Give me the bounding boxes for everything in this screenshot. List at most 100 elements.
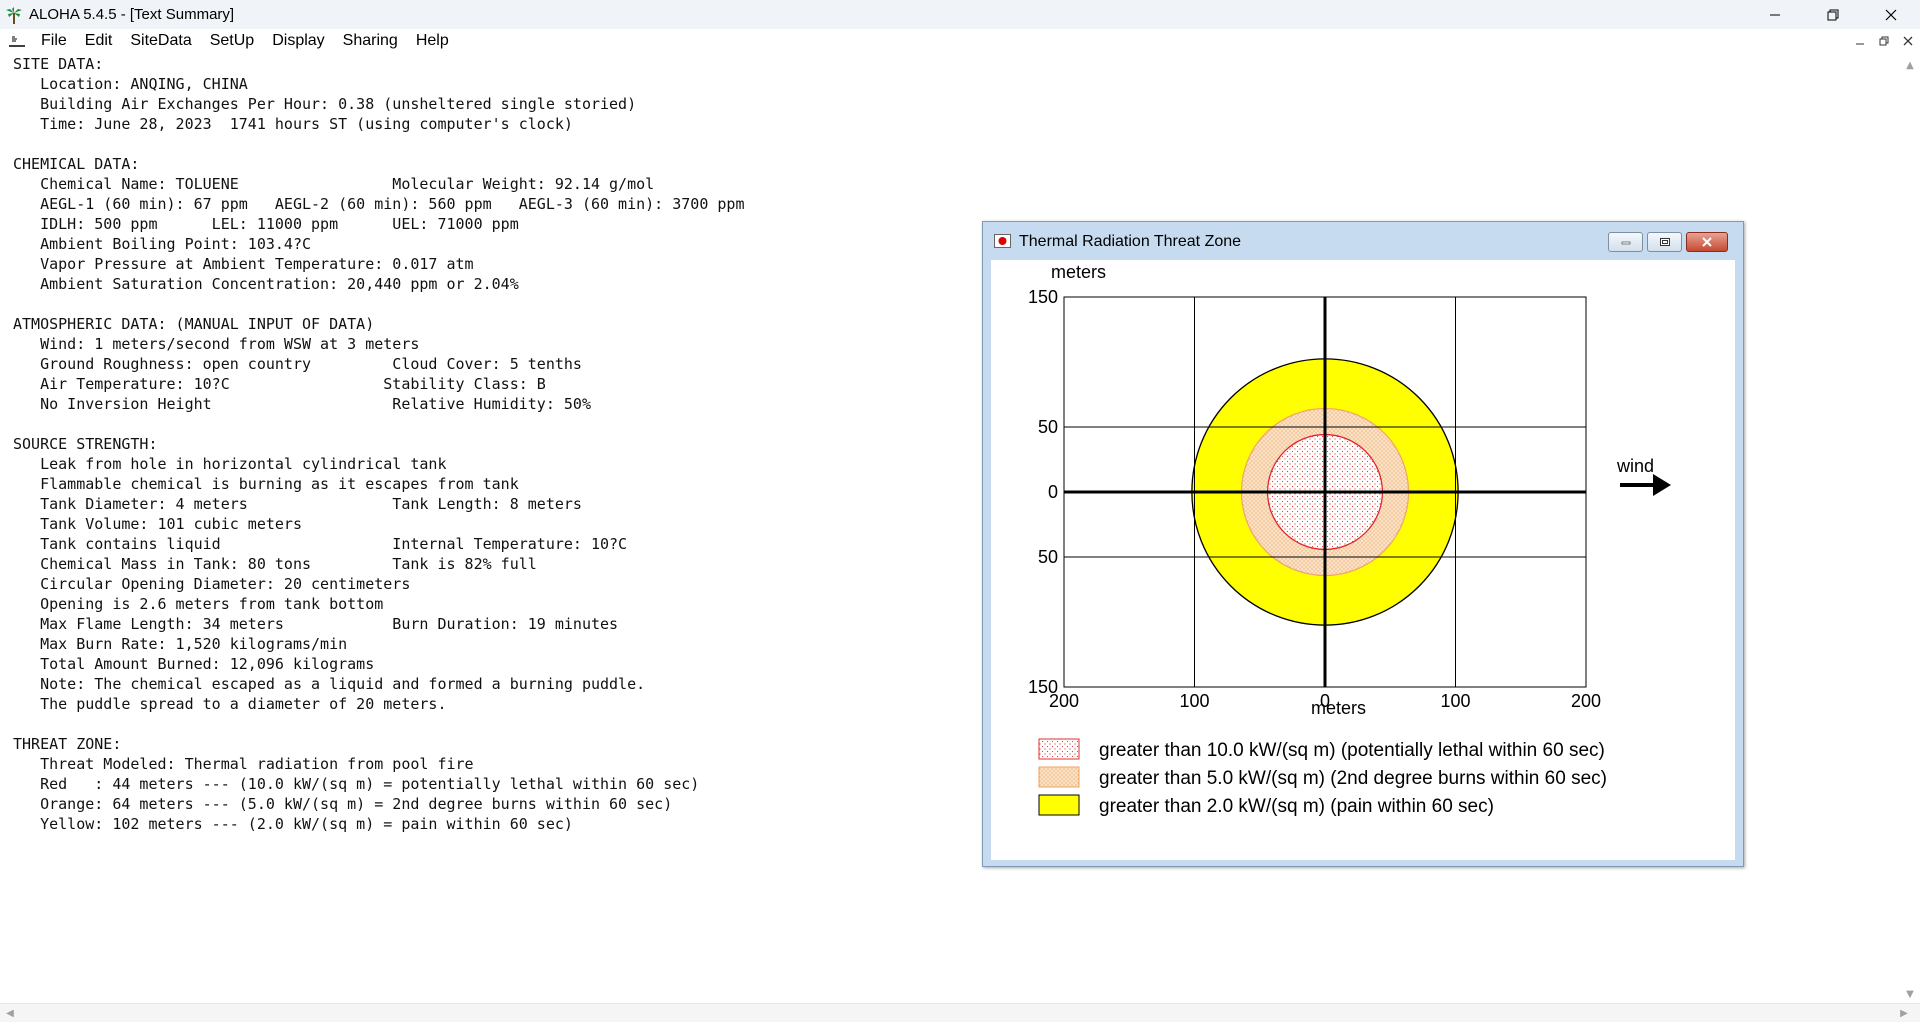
menu-help[interactable]: Help xyxy=(407,29,458,53)
x-tick-label: 100 xyxy=(1440,691,1470,711)
summary-line: Tank Volume: 101 cubic meters xyxy=(13,515,302,533)
summary-line: The puddle spread to a diameter of 20 me… xyxy=(13,695,447,713)
summary-line: Max Burn Rate: 1,520 kilograms/min xyxy=(13,635,348,653)
close-icon xyxy=(1885,9,1897,20)
wind-arrow-icon xyxy=(1653,474,1671,496)
summary-line: Tank contains liquid Internal Temperatur… xyxy=(13,535,628,553)
minimize-icon xyxy=(1856,43,1864,45)
restore-icon xyxy=(1879,36,1889,46)
tz-maximize-button[interactable] xyxy=(1647,232,1682,252)
y-tick-label: 50 xyxy=(1038,417,1058,437)
mdi-restore-button[interactable] xyxy=(1876,33,1892,49)
menu-file[interactable]: File xyxy=(32,29,76,53)
threat-zone-titlebar[interactable]: Thermal Radiation Threat Zone xyxy=(983,222,1743,258)
restore-icon xyxy=(1827,9,1839,20)
tz-close-button[interactable] xyxy=(1686,232,1728,252)
summary-line: Total Amount Burned: 12,096 kilograms xyxy=(13,655,375,673)
x-tick-label: 200 xyxy=(1571,691,1601,711)
y-tick-label: 50 xyxy=(1038,547,1058,567)
legend-swatch-orange xyxy=(1038,766,1080,788)
summary-line: Chemical Mass in Tank: 80 tons Tank is 8… xyxy=(13,555,537,573)
summary-line: Ambient Boiling Point: 103.4?C xyxy=(13,235,312,253)
summary-line: Threat Modeled: Thermal radiation from p… xyxy=(13,755,474,773)
summary-line: Red : 44 meters --- (10.0 kW/(sq m) = po… xyxy=(13,775,700,793)
summary-line: THREAT ZONE: xyxy=(13,735,122,753)
scroll-right-icon[interactable]: ▶ xyxy=(1898,1007,1910,1019)
wind-label: wind xyxy=(1616,456,1654,476)
y-axis-unit: meters xyxy=(1051,262,1106,282)
close-icon xyxy=(1903,36,1913,46)
summary-line: AEGL-1 (60 min): 67 ppm AEGL-2 (60 min):… xyxy=(13,195,745,213)
summary-line xyxy=(13,134,973,154)
close-button[interactable] xyxy=(1862,0,1920,29)
x-axis-unit: meters xyxy=(1311,698,1366,718)
summary-line: Note: The chemical escaped as a liquid a… xyxy=(13,675,646,693)
summary-line: IDLH: 500 ppm LEL: 11000 ppm UEL: 71000 … xyxy=(13,215,519,233)
summary-line: Building Air Exchanges Per Hour: 0.38 (u… xyxy=(13,95,637,113)
x-tick-label: 200 xyxy=(1049,691,1079,711)
summary-line: Ambient Saturation Concentration: 20,440… xyxy=(13,275,519,293)
minimize-icon xyxy=(1621,241,1630,245)
summary-line: Location: ANQING, CHINA xyxy=(13,75,248,93)
minimize-icon xyxy=(1770,14,1780,15)
summary-line: Circular Opening Diameter: 20 centimeter… xyxy=(13,575,411,593)
scroll-left-icon[interactable]: ◀ xyxy=(4,1007,16,1019)
scroll-up-icon[interactable]: ▲ xyxy=(1904,59,1916,71)
legend-label-red: greater than 10.0 kW/(sq m) (potentially… xyxy=(1099,740,1605,761)
menu-sitedata[interactable]: SiteData xyxy=(121,29,200,53)
menu-display[interactable]: Display xyxy=(263,29,333,53)
window-title: ALOHA 5.4.5 - [Text Summary] xyxy=(29,6,235,23)
legend-swatch-yellow xyxy=(1038,794,1080,816)
title-bar: ALOHA 5.4.5 - [Text Summary] xyxy=(0,0,1920,29)
threat-zone-window[interactable]: Thermal Radiation Threat Zone meters 150… xyxy=(982,221,1744,867)
menu-sharing[interactable]: Sharing xyxy=(334,29,407,53)
menu-edit[interactable]: Edit xyxy=(76,29,122,53)
palm-tree-icon xyxy=(6,6,22,24)
mdi-minimize-button[interactable] xyxy=(1852,33,1868,49)
threat-zone-plot-area: meters 150 50 0 50 150 200 100 0 100 200 meters w… xyxy=(991,260,1735,860)
menu-setup[interactable]: SetUp xyxy=(201,29,263,53)
summary-line: Vapor Pressure at Ambient Temperature: 0… xyxy=(13,255,474,273)
vertical-scrollbar[interactable]: ▲ ▼ xyxy=(1900,53,1920,1004)
tz-minimize-button[interactable] xyxy=(1608,232,1643,252)
threat-zone-chart: meters 15050050150200 100 0 100 200 meters w… xyxy=(1028,262,1671,817)
summary-line: Leak from hole in horizontal cylindrical… xyxy=(13,455,447,473)
summary-line: Max Flame Length: 34 meters Burn Duratio… xyxy=(13,615,619,633)
summary-line: Orange: 64 meters --- (5.0 kW/(sq m) = 2… xyxy=(13,795,673,813)
summary-line: Yellow: 102 meters --- (2.0 kW/(sq m) = … xyxy=(13,815,573,833)
summary-line xyxy=(13,294,973,314)
summary-line: Chemical Name: TOLUENE Molecular Weight:… xyxy=(13,175,655,193)
summary-line: Time: June 28, 2023 1741 hours ST (using… xyxy=(13,115,573,133)
legend-label-yellow: greater than 2.0 kW/(sq m) (pain within … xyxy=(1099,796,1494,817)
summary-line: Opening is 2.6 meters from tank bottom xyxy=(13,595,384,613)
x-tick-label: 100 xyxy=(1179,691,1209,711)
summary-line: SOURCE STRENGTH: xyxy=(13,435,158,453)
minimize-button[interactable] xyxy=(1746,0,1804,29)
chart-window-icon xyxy=(994,234,1011,248)
horizontal-scrollbar[interactable]: ◀ ▶ xyxy=(0,1003,1920,1022)
legend: greater than 10.0 kW/(sq m) (potentially… xyxy=(1038,738,1607,817)
summary-line: ATMOSPHERIC DATA: (MANUAL INPUT OF DATA) xyxy=(13,315,375,333)
legend-swatch-red xyxy=(1038,738,1080,760)
y-tick-label: 0 xyxy=(1048,482,1058,502)
summary-line xyxy=(13,414,973,434)
summary-line: Wind: 1 meters/second from WSW at 3 mete… xyxy=(13,335,420,353)
summary-line: Tank Diameter: 4 meters Tank Length: 8 m… xyxy=(13,495,582,513)
summary-line: No Inversion Height Relative Humidity: 5… xyxy=(13,395,591,413)
maximize-icon xyxy=(1659,238,1670,246)
menu-bar: File Edit SiteData SetUp Display Sharing… xyxy=(0,29,1920,53)
summary-line: Air Temperature: 10?C Stability Class: B xyxy=(13,375,546,393)
summary-line: CHEMICAL DATA: xyxy=(13,155,140,173)
scroll-down-icon[interactable]: ▼ xyxy=(1904,988,1916,1000)
text-summary: SITE DATA: Location: ANQING, CHINA Build… xyxy=(13,54,973,854)
close-icon xyxy=(1702,237,1712,247)
document-icon[interactable] xyxy=(8,34,26,48)
restore-button[interactable] xyxy=(1804,0,1862,29)
y-tick-label: 150 xyxy=(1028,287,1058,307)
summary-line: Flammable chemical is burning as it esca… xyxy=(13,475,519,493)
mdi-close-button[interactable] xyxy=(1900,33,1916,49)
summary-line xyxy=(13,714,973,734)
wind-indicator: wind xyxy=(1616,456,1671,496)
threat-zone-title: Thermal Radiation Threat Zone xyxy=(1019,233,1242,250)
plot-grid xyxy=(1063,296,1587,688)
